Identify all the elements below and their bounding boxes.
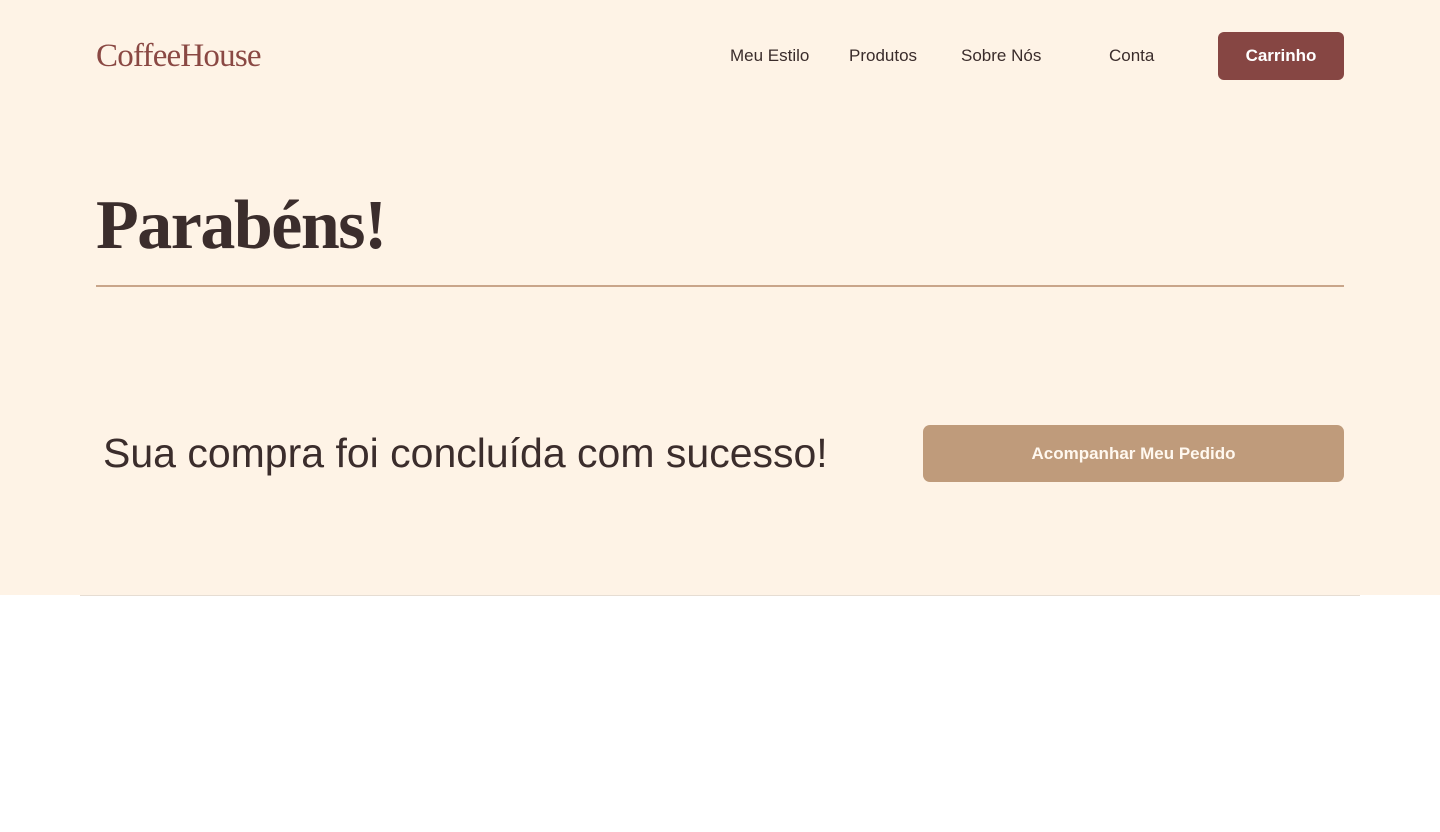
title-divider — [96, 285, 1344, 287]
nav-link-sobre-nos[interactable]: Sobre Nós — [961, 44, 1041, 68]
brand-logo[interactable]: CoffeeHouse — [96, 36, 262, 76]
nav-link-meu-estilo[interactable]: Meu Estilo — [730, 44, 809, 68]
page: CoffeeHouse Meu Estilo Produtos Sobre Nó… — [0, 0, 1440, 832]
hero-section: CoffeeHouse Meu Estilo Produtos Sobre Nó… — [0, 0, 1440, 595]
page-title: Parabéns! — [96, 187, 387, 264]
top-navbar: CoffeeHouse Meu Estilo Produtos Sobre Nó… — [96, 32, 1344, 80]
nav-link-conta[interactable]: Conta — [1109, 44, 1154, 68]
nav-link-produtos[interactable]: Produtos — [849, 44, 917, 68]
success-message: Sua compra foi concluída com sucesso! — [103, 430, 828, 476]
footer-divider — [80, 595, 1360, 596]
cart-button[interactable]: Carrinho — [1218, 32, 1344, 80]
track-order-button[interactable]: Acompanhar Meu Pedido — [923, 425, 1344, 482]
